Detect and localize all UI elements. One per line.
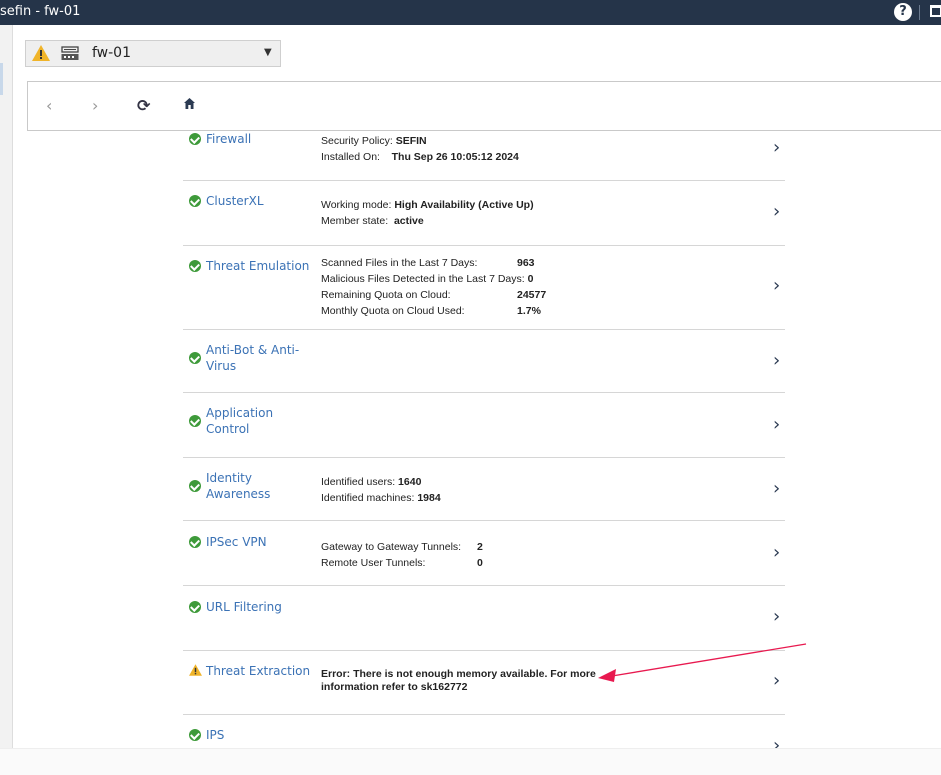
annotation-arrow bbox=[598, 643, 807, 682]
bottom-status-strip bbox=[0, 748, 941, 775]
